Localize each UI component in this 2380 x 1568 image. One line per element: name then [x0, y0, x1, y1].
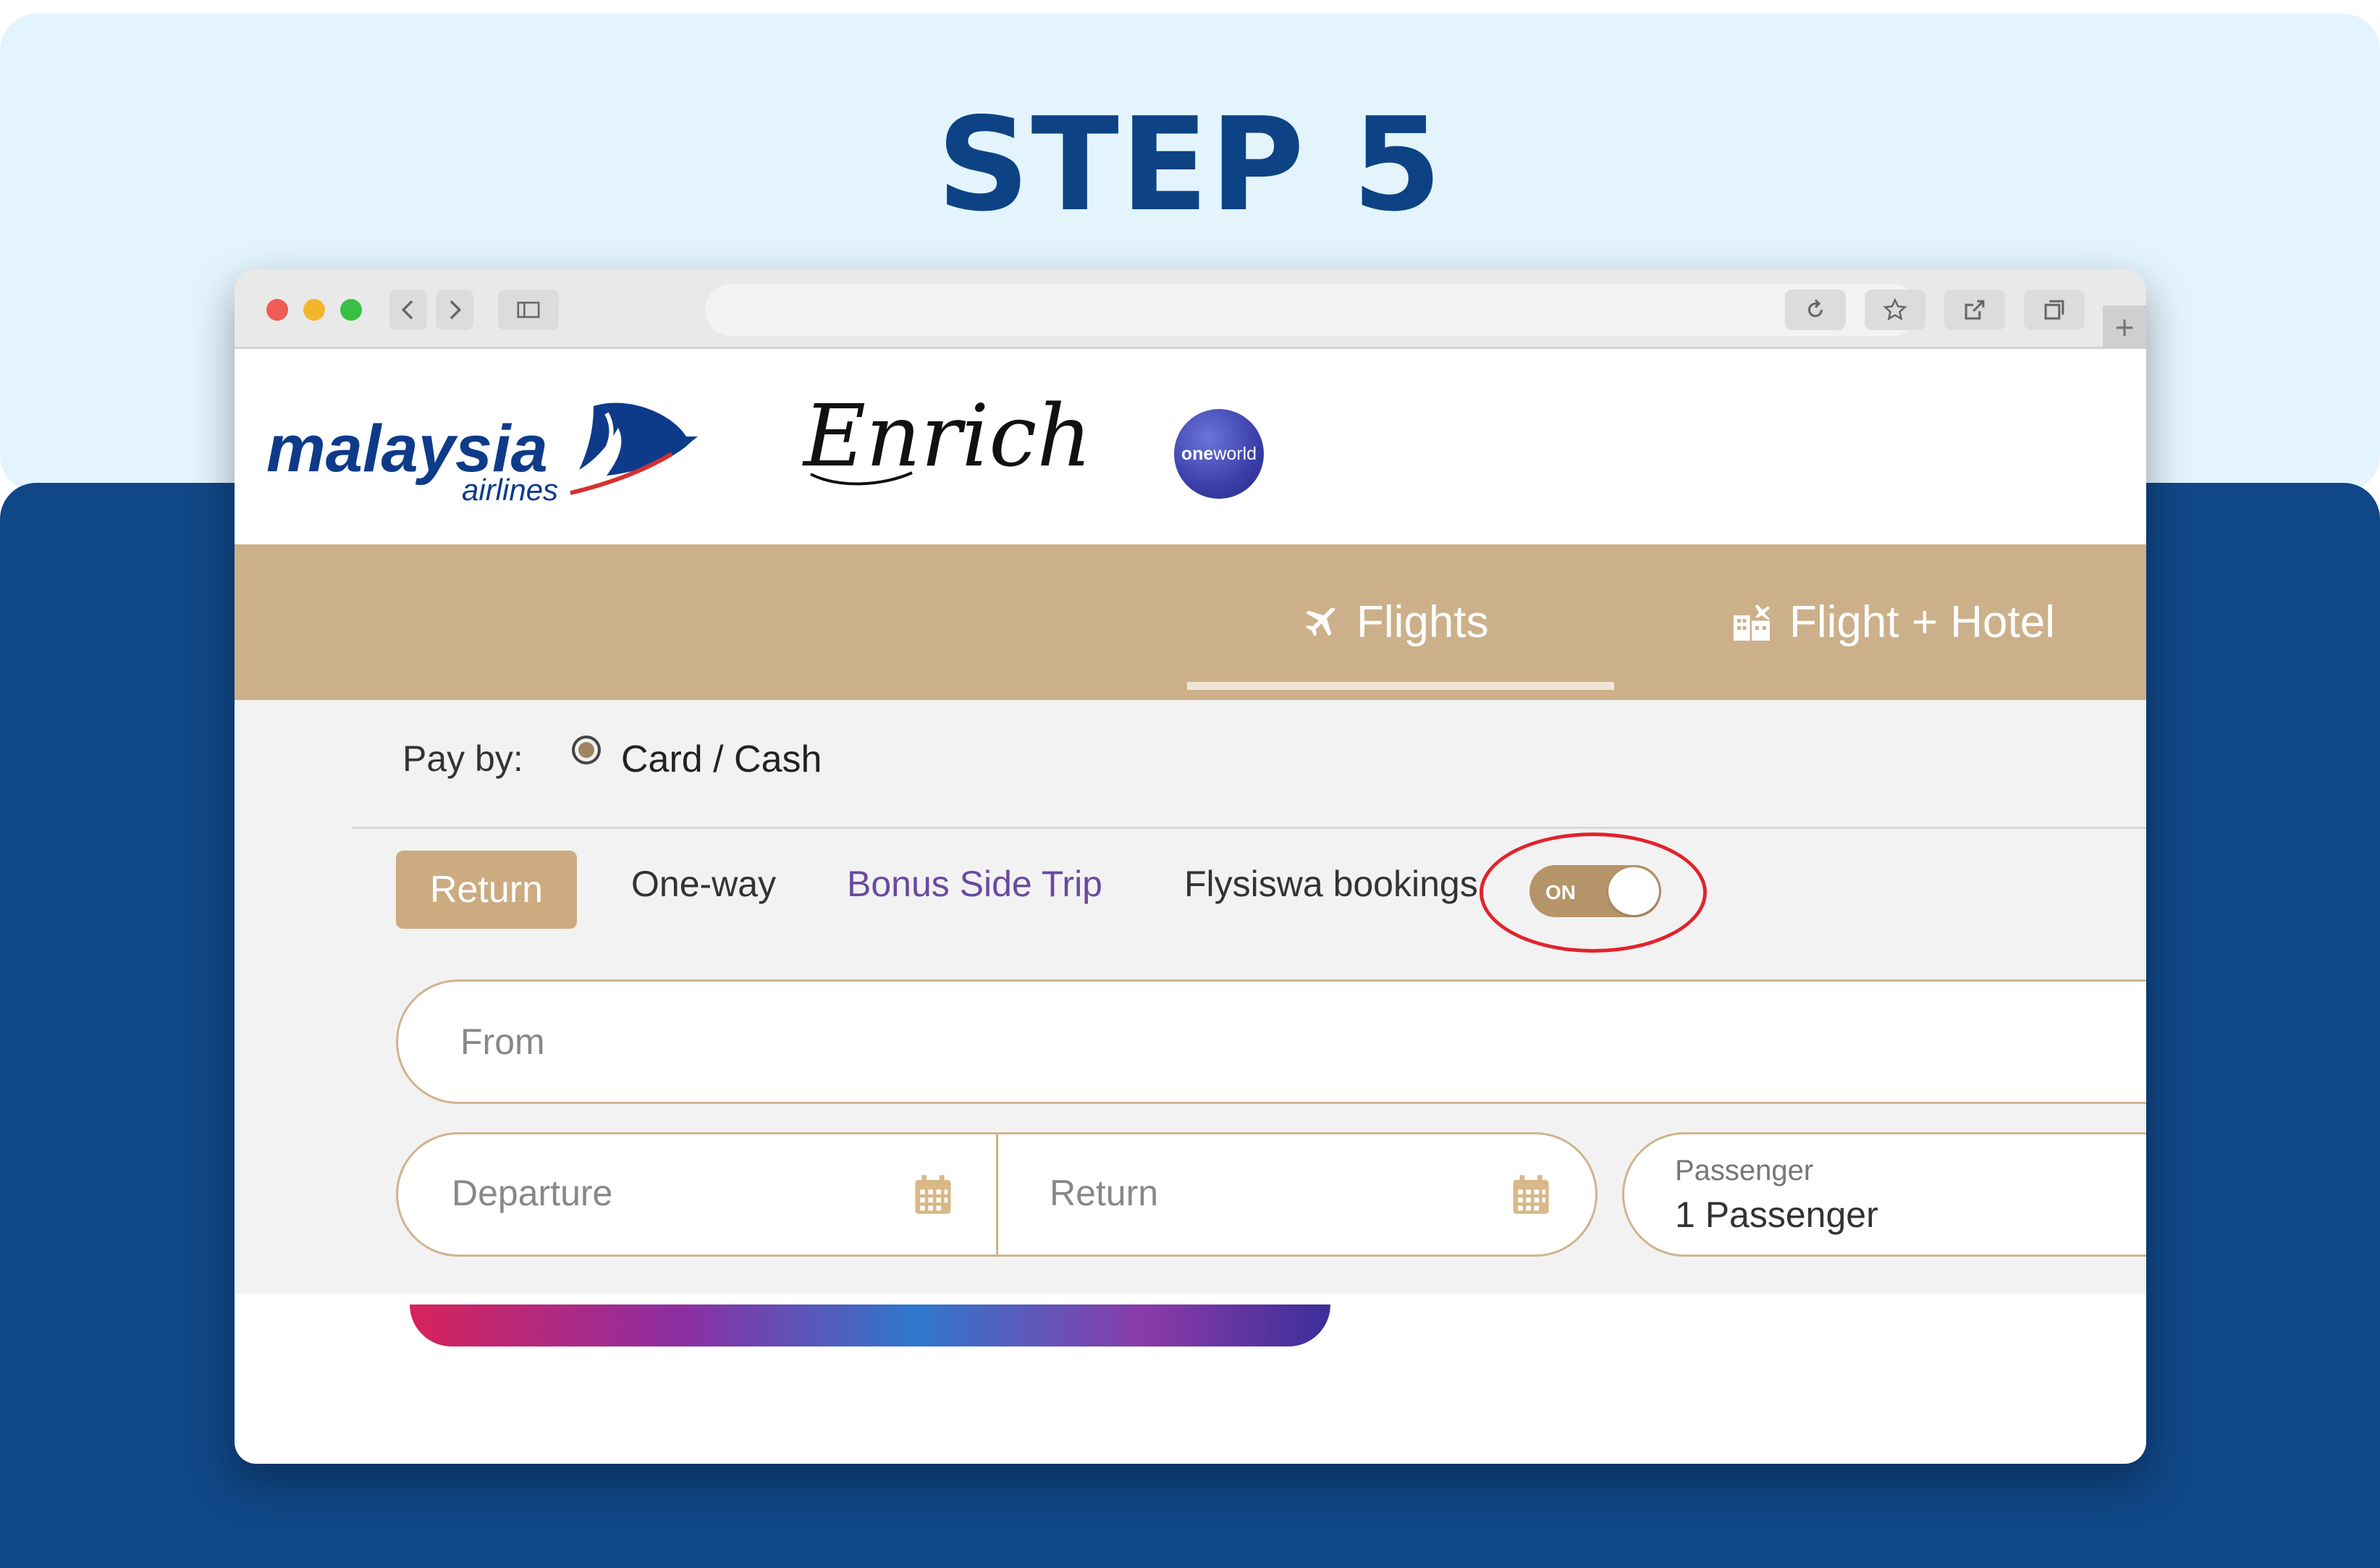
tab-flights-label: Flights — [1356, 597, 1489, 647]
new-tab-button[interactable]: + — [2103, 305, 2146, 349]
booking-form: Pay by: Card / Cash Return One-way Bonus… — [235, 700, 2146, 1294]
trip-type-return-button[interactable]: Return — [396, 851, 577, 929]
step-title: STEP 5 — [937, 90, 1443, 240]
trip-type-one-way[interactable]: One-way — [631, 863, 776, 905]
tabs-icon — [2044, 300, 2064, 320]
tabs-button[interactable] — [2024, 290, 2085, 330]
close-window-button[interactable] — [266, 299, 288, 321]
hotel-flight-icon — [1734, 604, 1770, 641]
departure-field[interactable]: Departure — [398, 1134, 996, 1255]
return-date-field[interactable]: Return — [998, 1134, 1595, 1255]
minimize-window-button[interactable] — [303, 299, 325, 321]
chevron-left-icon — [401, 300, 413, 320]
divider — [352, 827, 2146, 829]
passenger-field[interactable]: Passenger 1 Passenger — [1622, 1132, 2146, 1257]
malaysia-airlines-logo[interactable]: malaysia airlines — [266, 392, 701, 515]
date-range-field: Departure Return — [396, 1132, 1598, 1257]
brand-header: malaysia airlines Enrich one world — [235, 351, 2146, 544]
bookmark-button[interactable] — [1865, 290, 1925, 330]
departure-placeholder: Departure — [452, 1173, 613, 1213]
maximize-window-button[interactable] — [340, 299, 362, 321]
reload-button[interactable] — [1785, 290, 1846, 330]
plane-icon — [1305, 607, 1335, 636]
back-button[interactable] — [389, 290, 427, 330]
booking-tabs: Flights Flight + Hotel — [235, 544, 2146, 700]
pay-by-label: Pay by: — [402, 738, 523, 779]
browser-toolbar: + — [235, 269, 2146, 349]
highlight-annotation — [1480, 833, 1707, 953]
oneworld-logo[interactable]: one world — [1174, 409, 1264, 499]
from-placeholder: From — [460, 1021, 545, 1062]
calendar-icon[interactable] — [913, 1173, 953, 1215]
tab-flights[interactable]: Flights — [1300, 544, 1489, 700]
from-field[interactable]: From — [396, 979, 2146, 1104]
sidebar-toggle-button[interactable] — [498, 290, 559, 330]
reload-icon — [1808, 299, 1823, 317]
pay-by-option-label[interactable]: Card / Cash — [621, 738, 822, 781]
tab-flight-hotel[interactable]: Flight + Hotel — [1730, 544, 2055, 700]
star-icon — [1883, 298, 1907, 321]
active-tab-indicator — [1187, 682, 1614, 690]
pay-by-radio[interactable] — [572, 735, 601, 764]
svg-text:Enrich: Enrich — [802, 387, 1092, 486]
return-placeholder: Return — [1050, 1173, 1159, 1213]
svg-text:airlines: airlines — [462, 473, 558, 507]
passenger-label: Passenger — [1675, 1155, 1814, 1186]
forward-button[interactable] — [436, 290, 473, 330]
promo-banner-fragment — [410, 1304, 1330, 1346]
chevron-right-icon — [450, 300, 462, 320]
share-button[interactable] — [1944, 290, 2005, 330]
flysiswa-label: Flysiswa bookings — [1184, 864, 1478, 904]
sidebar-icon — [517, 301, 540, 319]
share-icon — [1965, 300, 1985, 320]
enrich-logo[interactable]: Enrich — [796, 387, 1129, 496]
calendar-icon[interactable] — [1511, 1173, 1550, 1215]
browser-window: + malaysia airlines Enrich one world Flig… — [235, 269, 2146, 1464]
address-bar[interactable] — [705, 284, 1918, 336]
passenger-value: 1 Passenger — [1675, 1194, 1878, 1235]
tab-flight-hotel-label: Flight + Hotel — [1789, 597, 2056, 647]
trip-type-bonus-side-trip[interactable]: Bonus Side Trip — [847, 863, 1102, 905]
